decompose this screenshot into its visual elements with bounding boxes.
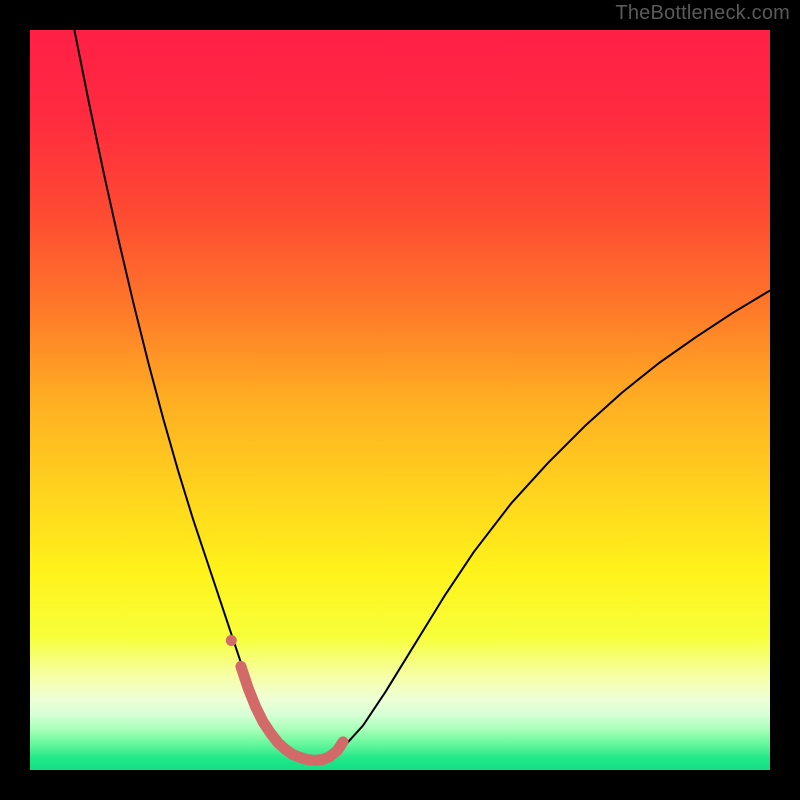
watermark-text: TheBottleneck.com: [615, 2, 790, 25]
plot-area: [30, 30, 770, 770]
chart-frame: TheBottleneck.com: [0, 0, 800, 800]
chart-svg: [30, 30, 770, 770]
gradient-background: [30, 30, 770, 770]
highlight-dot: [226, 635, 237, 646]
